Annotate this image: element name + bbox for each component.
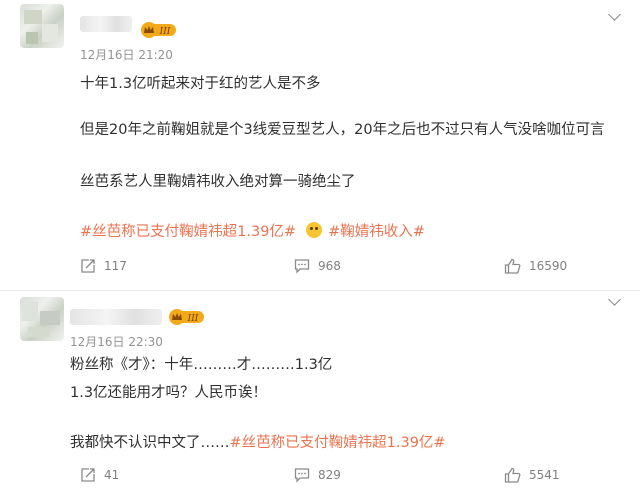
hashtag-link[interactable]: #鞠婧祎收入# (328, 224, 425, 240)
repost-button[interactable]: 117 (80, 258, 127, 274)
vip-badge-icon: III (141, 22, 176, 38)
post-time: 12月16日 21:20 (80, 48, 173, 62)
hashtag-link[interactable]: #丝芭称已支付鞠婧祎超1.39亿# (230, 435, 446, 451)
doge-emoji-icon (306, 222, 323, 238)
comment-line: 粉丝称《才》：十年………才………1.3亿 (70, 357, 333, 373)
like-button[interactable]: 5541 (504, 467, 560, 483)
comment-button[interactable]: 968 (294, 258, 341, 274)
tag-line: #丝芭称已支付鞠婧祎超1.39亿# #鞠婧祎收入# (80, 220, 425, 241)
comment-count: 968 (318, 259, 341, 273)
chevron-down-icon[interactable] (608, 8, 621, 21)
comment-card-2: III 12月16日 22:30 粉丝称《才》：十年………才………1.3亿 1.… (0, 291, 640, 488)
comment-line: 十年1.3亿听起来对于红的艺人是不多 (80, 76, 321, 92)
like-count: 5541 (529, 468, 560, 482)
comment-icon (294, 468, 310, 483)
repost-icon (81, 259, 95, 273)
like-icon (504, 258, 521, 274)
avatar[interactable] (20, 297, 64, 341)
repost-count: 117 (104, 259, 127, 273)
repost-icon (81, 468, 95, 482)
post-time: 12月16日 22:30 (70, 335, 163, 349)
hashtag-link[interactable]: #丝芭称已支付鞠婧祎超1.39亿# (80, 224, 296, 240)
comment-button[interactable]: 829 (294, 467, 341, 483)
tag-line: 我都快不认识中文了……#丝芭称已支付鞠婧祎超1.39亿# (70, 431, 446, 452)
comment-text: 我都快不认识中文了…… (70, 435, 230, 451)
comment-icon (294, 259, 310, 274)
avatar[interactable] (20, 4, 64, 48)
vip-badge-icon: III (169, 309, 204, 325)
comment-line: 1.3亿还能用才吗？人民币诶！ (70, 385, 268, 401)
repost-button[interactable]: 41 (80, 467, 119, 483)
like-count: 16590 (529, 259, 568, 273)
svg-text:III: III (187, 314, 199, 324)
comment-line: 但是20年之前鞠姐就是个3线爱豆型艺人，20年之后也不过只有人气没啥咖位可言 (80, 122, 605, 138)
like-button[interactable]: 16590 (504, 258, 567, 274)
username-blurred[interactable] (80, 16, 132, 32)
comment-line: 丝芭系艺人里鞠婧祎收入绝对算一骑绝尘了 (80, 174, 356, 190)
like-icon (504, 467, 521, 483)
repost-count: 41 (104, 468, 120, 482)
svg-text:III: III (159, 27, 171, 37)
username-blurred[interactable] (70, 309, 162, 325)
comment-count: 829 (318, 468, 341, 482)
chevron-down-icon[interactable] (608, 293, 621, 306)
comment-card-1: III 12月16日 21:20 十年1.3亿听起来对于红的艺人是不多 但是20… (0, 0, 640, 290)
